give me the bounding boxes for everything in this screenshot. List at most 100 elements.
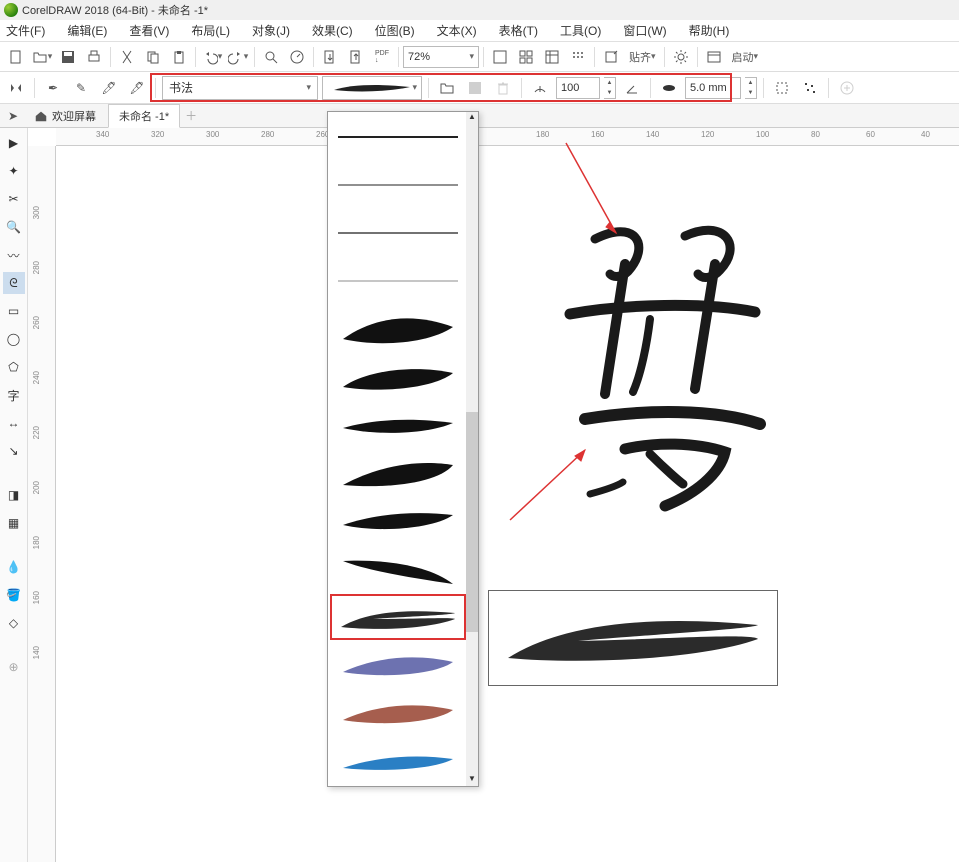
brush-item-selected[interactable]	[330, 594, 466, 640]
save-icon[interactable]	[56, 45, 80, 69]
undo-icon[interactable]: ▾	[200, 45, 224, 69]
transparency-tool-icon[interactable]: ▦	[3, 512, 25, 534]
connector-tool-icon[interactable]: ↘	[3, 440, 25, 462]
menu-help[interactable]: 帮助(H)	[689, 22, 730, 39]
scatter-icon[interactable]	[798, 76, 822, 100]
options-icon[interactable]	[599, 45, 623, 69]
delete-icon[interactable]	[491, 76, 515, 100]
pick-tool-icon[interactable]: ▶	[3, 132, 25, 154]
brush-category-value: 书法	[169, 79, 193, 96]
zoom-level-input[interactable]: 72%▾	[403, 46, 479, 68]
brush-item[interactable]	[330, 402, 466, 448]
scrollbar[interactable]: ▲ ▼	[466, 112, 478, 786]
polygon-tool-icon[interactable]: ⬠	[3, 356, 25, 378]
new-icon[interactable]	[4, 45, 28, 69]
brush-item[interactable]	[330, 210, 466, 256]
window-icon[interactable]	[702, 45, 726, 69]
menu-tools[interactable]: 工具(O)	[560, 22, 601, 39]
fullscreen-icon[interactable]	[488, 45, 512, 69]
brush-item[interactable]	[330, 258, 466, 304]
text-tool-icon[interactable]: 字	[3, 384, 25, 406]
export-icon[interactable]	[344, 45, 368, 69]
annotation-arrow-1	[556, 138, 636, 248]
tilt-icon[interactable]	[528, 76, 552, 100]
pdf-icon[interactable]: PDF↓	[370, 45, 394, 69]
width-input[interactable]: 5.0 mm	[685, 77, 741, 99]
add-icon[interactable]	[835, 76, 859, 100]
dropshadow-tool-icon[interactable]: ◨	[3, 484, 25, 506]
ellipse-tool-icon[interactable]: ◯	[3, 328, 25, 350]
chevron-down-icon: ▾	[412, 82, 417, 93]
chevron-down-icon: ▾	[306, 82, 311, 93]
nib-icon[interactable]	[657, 76, 681, 100]
brush-item[interactable]	[330, 546, 466, 592]
menu-window[interactable]: 窗口(W)	[623, 22, 666, 39]
menu-view[interactable]: 查看(V)	[129, 22, 169, 39]
brush-item[interactable]	[330, 498, 466, 544]
menu-bitmap[interactable]: 位图(B)	[375, 22, 415, 39]
copy-icon[interactable]	[141, 45, 165, 69]
tab-document[interactable]: 未命名 -1*	[108, 104, 180, 128]
brush-item[interactable]	[330, 642, 466, 688]
pen2-icon[interactable]: ✎	[69, 76, 93, 100]
print-icon[interactable]	[82, 45, 106, 69]
redo-icon[interactable]: ▾	[226, 45, 250, 69]
shape-tool-icon[interactable]: ✦	[3, 160, 25, 182]
save-brush-icon[interactable]	[463, 76, 487, 100]
guides-icon[interactable]	[540, 45, 564, 69]
gauge-icon[interactable]	[285, 45, 309, 69]
pen4-icon[interactable]: 🖋	[125, 76, 149, 100]
launch-button[interactable]: 启动 ▾	[728, 45, 763, 69]
dotgrid-icon[interactable]	[566, 45, 590, 69]
angle-icon[interactable]	[620, 76, 644, 100]
brush-category-dropdown[interactable]: 书法 ▾	[162, 76, 318, 100]
menu-table[interactable]: 表格(T)	[499, 22, 538, 39]
brush-item[interactable]	[330, 738, 466, 784]
toolbox: ▶ ✦ ✂ 🔍 〰 ᘓ ▭ ◯ ⬠ 字 ↔ ↘ ◨ ▦ 💧 🪣 ◇ ⊕	[0, 128, 28, 862]
width-spinner[interactable]: ▲▼	[745, 77, 757, 99]
outline-tool-icon[interactable]: ◇	[3, 612, 25, 634]
mirror-h-icon[interactable]	[4, 76, 28, 100]
brush-item[interactable]	[330, 690, 466, 736]
brush-item[interactable]	[330, 306, 466, 352]
canvas-area: 340 320 300 280 260 180 160 140 120 100 …	[28, 128, 959, 862]
import-icon[interactable]	[318, 45, 342, 69]
open-icon[interactable]: ▾	[30, 45, 54, 69]
menu-text[interactable]: 文本(X)	[437, 22, 477, 39]
menu-object[interactable]: 对象(J)	[252, 22, 290, 39]
add-tab-icon[interactable]: ＋	[182, 107, 200, 125]
pen3-icon[interactable]: 🖊	[97, 76, 121, 100]
pick-icon[interactable]: ➤	[4, 107, 22, 125]
expand-tool-icon[interactable]: ⊕	[3, 656, 25, 678]
tilt-spinner[interactable]: ▲▼	[604, 77, 616, 99]
menu-edit[interactable]: 编辑(E)	[67, 22, 107, 39]
artistic-media-tool-icon[interactable]: ᘓ	[3, 272, 25, 294]
freehand-tool-icon[interactable]: 〰	[3, 244, 25, 266]
folder-icon[interactable]	[435, 76, 459, 100]
menu-effect[interactable]: 效果(C)	[312, 22, 353, 39]
zoom-tool-icon[interactable]: 🔍	[3, 216, 25, 238]
crop-tool-icon[interactable]: ✂	[3, 188, 25, 210]
eyedropper-tool-icon[interactable]: 💧	[3, 556, 25, 578]
brush-item[interactable]	[330, 114, 466, 160]
fill-tool-icon[interactable]: 🪣	[3, 584, 25, 606]
snap-dropdown[interactable]: 贴齐 ▾	[625, 45, 660, 69]
grid-icon[interactable]	[514, 45, 538, 69]
paste-icon[interactable]	[167, 45, 191, 69]
brush-stroke-dropdown[interactable]: ▾	[322, 76, 422, 100]
tab-welcome[interactable]: 欢迎屏幕	[24, 105, 106, 127]
search-icon[interactable]	[259, 45, 283, 69]
menu-file[interactable]: 文件(F)	[6, 22, 45, 39]
settings-icon[interactable]	[669, 45, 693, 69]
bounds-icon[interactable]	[770, 76, 794, 100]
rectangle-tool-icon[interactable]: ▭	[3, 300, 25, 322]
brush-item[interactable]	[330, 450, 466, 496]
tilt-input[interactable]: 100	[556, 77, 600, 99]
menu-layout[interactable]: 布局(L)	[191, 22, 230, 39]
brush-item[interactable]	[330, 354, 466, 400]
scrollbar-thumb[interactable]	[466, 412, 478, 632]
brush-item[interactable]	[330, 162, 466, 208]
cut-icon[interactable]	[115, 45, 139, 69]
dim-tool-icon[interactable]: ↔	[3, 412, 25, 434]
pen1-icon[interactable]: ✒	[41, 76, 65, 100]
